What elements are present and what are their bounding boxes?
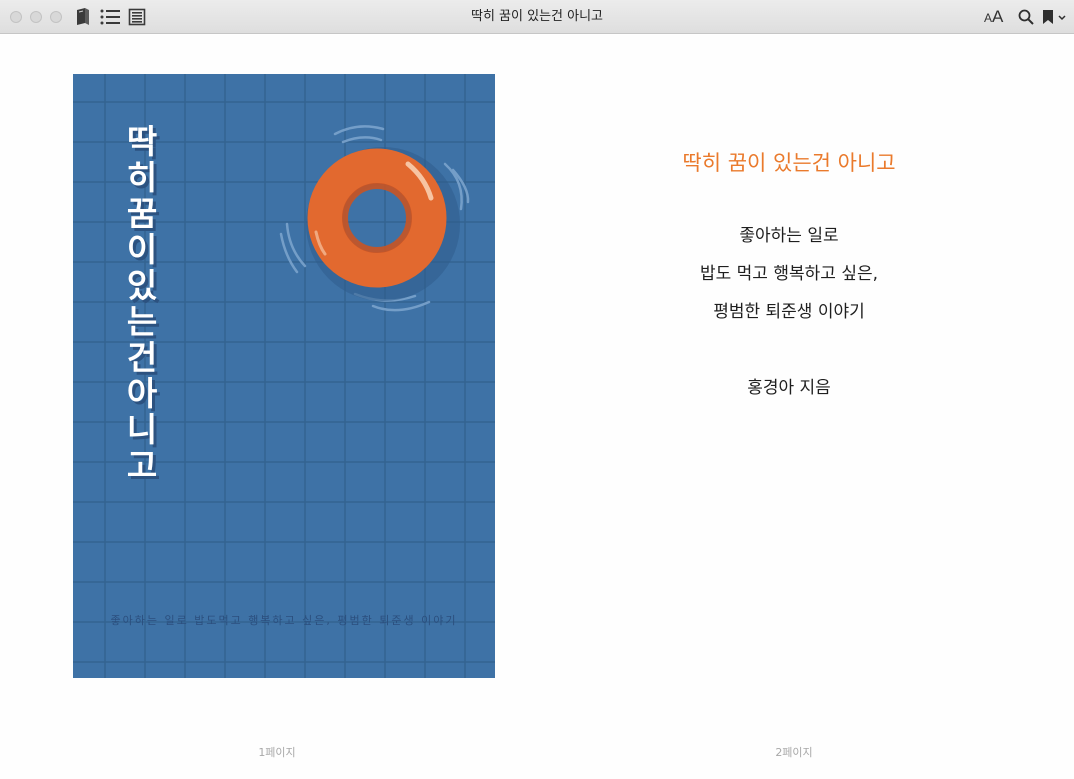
cover-title: 딱 히 꿈 이 있 는 건 아 니 고 (126, 122, 158, 485)
toolbar: 딱히 꿈이 있는건 아니고 AA (0, 0, 1074, 34)
zoom-window-button[interactable] (50, 11, 62, 23)
description-line: 평범한 퇴준생 이야기 (713, 302, 865, 322)
description-line: 좋아하는 일로 (739, 226, 839, 246)
chevron-down-icon[interactable] (1057, 8, 1067, 26)
page-number-2: 2페이지 (775, 746, 813, 759)
author-credit: 홍경아 지음 (747, 378, 831, 398)
table-of-contents-icon[interactable] (100, 8, 120, 26)
page-number-1: 1페이지 (258, 746, 296, 759)
book-content[interactable]: 딱 히 꿈 이 있 는 건 아 니 고 좋아하는 일로 밥도먹고 행복하고 싶은… (0, 35, 1074, 779)
minimize-window-button[interactable] (30, 11, 42, 23)
font-size-small-glyph: A (984, 11, 993, 25)
book-title: 딱히 꿈이 있는건 아니고 (682, 151, 896, 175)
font-size-large-glyph: A (992, 7, 1004, 26)
notes-icon[interactable] (128, 8, 148, 26)
font-size-icon[interactable]: AA (984, 6, 1010, 28)
search-icon[interactable] (1017, 8, 1037, 26)
bookmark-icon[interactable] (1042, 8, 1054, 26)
close-window-button[interactable] (10, 11, 22, 23)
library-icon[interactable] (74, 8, 94, 26)
description-line: 밥도 먹고 행복하고 싶은, (699, 264, 878, 284)
book-cover: 딱 히 꿈 이 있 는 건 아 니 고 좋아하는 일로 밥도먹고 행복하고 싶은… (73, 74, 495, 678)
window-title: 딱히 꿈이 있는건 아니고 (471, 9, 603, 24)
cover-subtitle: 좋아하는 일로 밥도먹고 행복하고 싶은, 평범한 퇴준생 이야기 (110, 614, 458, 627)
